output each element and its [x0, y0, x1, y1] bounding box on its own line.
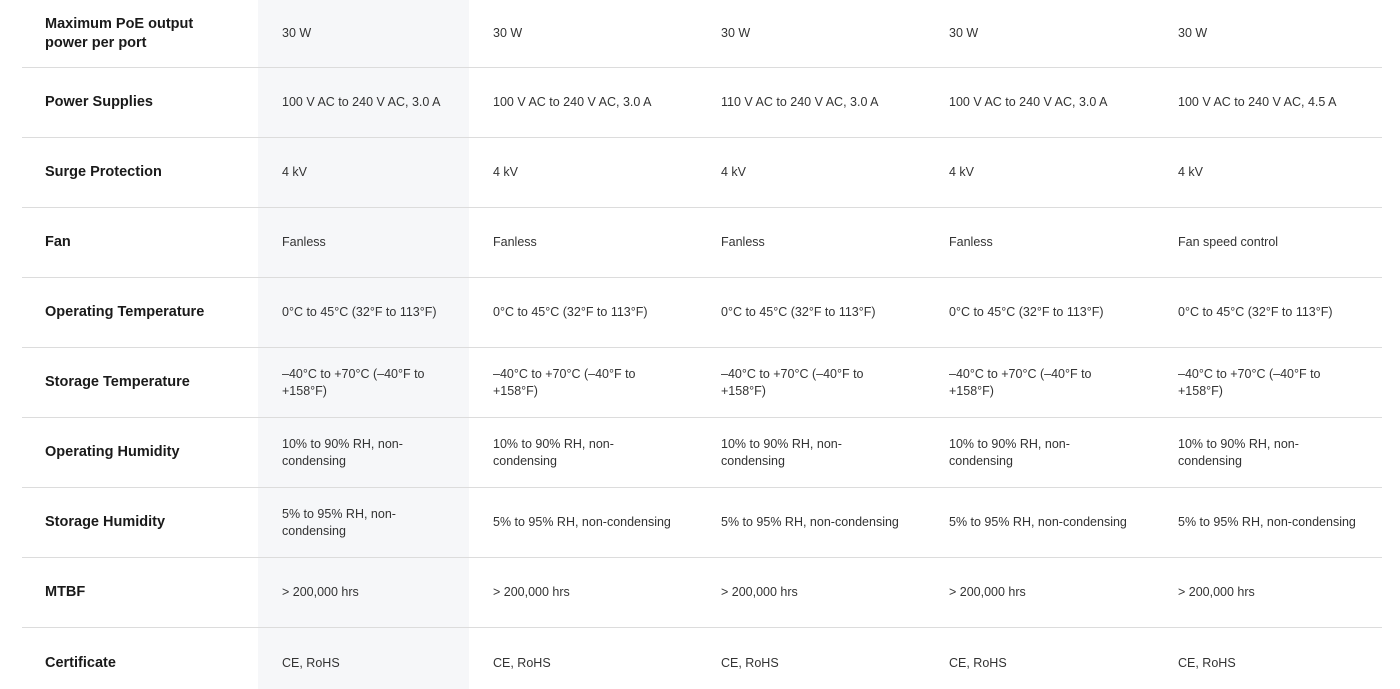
- spec-value: –40°C to +70°C (–40°F to +158°F): [1178, 366, 1321, 398]
- spec-value: 10% to 90% RH, non-condensing: [282, 436, 403, 468]
- spec-value: 10% to 90% RH, non-condensing: [493, 436, 614, 468]
- spec-value: CE, RoHS: [1178, 656, 1236, 670]
- spec-value: –40°C to +70°C (–40°F to +158°F): [721, 366, 864, 398]
- spec-value: 4 kV: [721, 165, 747, 179]
- row-label: Certificate: [45, 655, 116, 671]
- spec-value: 10% to 90% RH, non-condensing: [721, 436, 842, 468]
- spec-value: 100 V AC to 240 V AC, 3.0 A: [493, 95, 652, 109]
- spec-value: 0°C to 45°C (32°F to 113°F): [493, 305, 648, 319]
- spec-value: 0°C to 45°C (32°F to 113°F): [949, 305, 1104, 319]
- spec-row-max-poe-output: Maximum PoE output power per port 30 W 3…: [22, 0, 1382, 68]
- spec-row-surge-protection: Surge Protection 4 kV 4 kV 4 kV 4 kV 4 k…: [22, 138, 1382, 208]
- spec-value: 100 V AC to 240 V AC, 3.0 A: [949, 95, 1108, 109]
- spec-value: Fan speed control: [1178, 235, 1279, 249]
- spec-value: CE, RoHS: [949, 656, 1007, 670]
- spec-value: 100 V AC to 240 V AC, 3.0 A: [282, 95, 441, 109]
- row-label: MTBF: [45, 584, 86, 600]
- spec-row-certificate: Certificate CE, RoHS CE, RoHS CE, RoHS C…: [22, 628, 1382, 689]
- spec-value: > 200,000 hrs: [282, 585, 359, 599]
- row-label: Storage Temperature: [45, 374, 190, 390]
- spec-value: 5% to 95% RH, non-condensing: [949, 515, 1127, 529]
- spec-row-fan: Fan Fanless Fanless Fanless Fanless Fan …: [22, 208, 1382, 278]
- spec-row-operating-temperature: Operating Temperature 0°C to 45°C (32°F …: [22, 278, 1382, 348]
- spec-value: 0°C to 45°C (32°F to 113°F): [721, 305, 876, 319]
- spec-value: > 200,000 hrs: [493, 585, 570, 599]
- spec-value: 30 W: [493, 26, 523, 40]
- spec-value: Fanless: [949, 235, 993, 249]
- spec-value: Fanless: [721, 235, 765, 249]
- spec-value: 5% to 95% RH, non-condensing: [493, 515, 671, 529]
- spec-row-storage-temperature: Storage Temperature –40°C to +70°C (–40°…: [22, 348, 1382, 418]
- spec-value: –40°C to +70°C (–40°F to +158°F): [282, 366, 425, 398]
- spec-value: 100 V AC to 240 V AC, 4.5 A: [1178, 95, 1337, 109]
- row-label: Operating Humidity: [45, 444, 180, 460]
- spec-value: Fanless: [493, 235, 537, 249]
- spec-value: > 200,000 hrs: [721, 585, 798, 599]
- spec-value: > 200,000 hrs: [1178, 585, 1255, 599]
- spec-value: 110 V AC to 240 V AC, 3.0 A: [721, 95, 879, 109]
- spec-value: CE, RoHS: [282, 656, 340, 670]
- spec-value: 0°C to 45°C (32°F to 113°F): [282, 305, 437, 319]
- spec-value: CE, RoHS: [493, 656, 551, 670]
- row-label: Fan: [45, 234, 71, 250]
- spec-value: > 200,000 hrs: [949, 585, 1026, 599]
- spec-value: –40°C to +70°C (–40°F to +158°F): [949, 366, 1092, 398]
- spec-value: 4 kV: [949, 165, 975, 179]
- spec-row-operating-humidity: Operating Humidity 10% to 90% RH, non-co…: [22, 418, 1382, 488]
- spec-value: 5% to 95% RH, non-condensing: [721, 515, 899, 529]
- spec-value: Fanless: [282, 235, 326, 249]
- spec-value: 5% to 95% RH, non-condensing: [1178, 515, 1356, 529]
- row-label: Operating Temperature: [45, 304, 205, 320]
- spec-value: 30 W: [949, 26, 979, 40]
- row-label: Surge Protection: [45, 164, 162, 180]
- row-label: Power Supplies: [45, 94, 153, 110]
- spec-value: 4 kV: [493, 165, 519, 179]
- spec-row-mtbf: MTBF > 200,000 hrs > 200,000 hrs > 200,0…: [22, 558, 1382, 628]
- row-label: Maximum PoE output power per port: [45, 15, 194, 51]
- spec-value: 4 kV: [1178, 165, 1204, 179]
- spec-value: CE, RoHS: [721, 656, 779, 670]
- spec-value: 30 W: [1178, 26, 1208, 40]
- spec-value: 30 W: [721, 26, 751, 40]
- spec-row-storage-humidity: Storage Humidity 5% to 95% RH, non-conde…: [22, 488, 1382, 558]
- spec-value: 30 W: [282, 26, 312, 40]
- spec-value: 0°C to 45°C (32°F to 113°F): [1178, 305, 1333, 319]
- spec-value: 5% to 95% RH, non-condensing: [282, 506, 396, 538]
- spec-row-power-supplies: Power Supplies 100 V AC to 240 V AC, 3.0…: [22, 68, 1382, 138]
- spec-value: 10% to 90% RH, non-condensing: [949, 436, 1070, 468]
- spec-value: –40°C to +70°C (–40°F to +158°F): [493, 366, 636, 398]
- spec-value: 10% to 90% RH, non-condensing: [1178, 436, 1299, 468]
- spec-value: 4 kV: [282, 165, 308, 179]
- row-label: Storage Humidity: [45, 514, 166, 530]
